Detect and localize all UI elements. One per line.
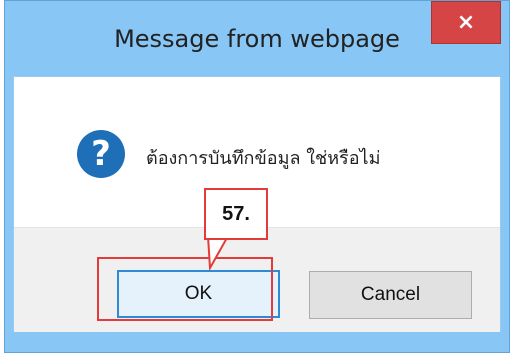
question-icon: ?: [77, 130, 125, 178]
dialog-titlebar[interactable]: Message from webpage ×: [5, 1, 509, 76]
close-button[interactable]: ×: [431, 1, 501, 44]
step-label: 57.: [222, 202, 250, 225]
question-glyph: ?: [91, 134, 111, 174]
callout-pointer: [206, 236, 230, 270]
cancel-button[interactable]: Cancel: [309, 271, 472, 319]
step-callout: 57.: [204, 188, 268, 240]
dialog-message: ต้องการบันทึกข้อมูล ใช่หรือไม่: [146, 148, 381, 169]
ok-button[interactable]: OK: [117, 270, 280, 318]
close-icon: ×: [456, 10, 476, 35]
button-area: OK Cancel: [14, 227, 500, 332]
message-dialog: Message from webpage × ? ต้องการบันทึกข้…: [4, 0, 510, 353]
